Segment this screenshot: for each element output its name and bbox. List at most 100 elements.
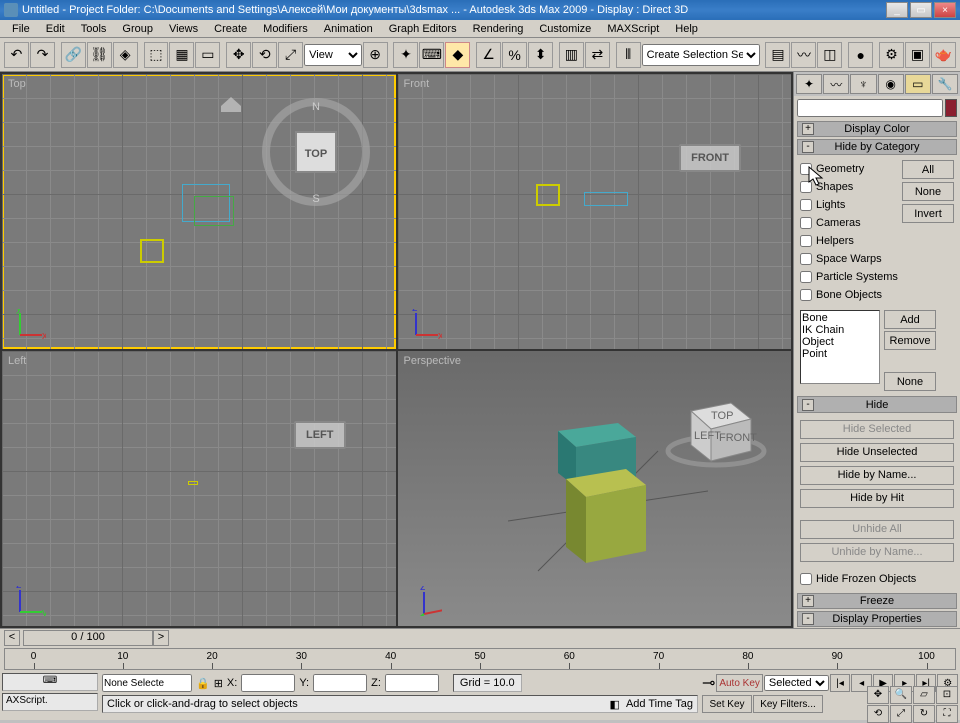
home-icon[interactable] bbox=[216, 94, 246, 114]
render-frame-button[interactable]: ▣ bbox=[905, 42, 930, 68]
menu-rendering[interactable]: Rendering bbox=[465, 21, 532, 37]
select-name-button[interactable]: ▦ bbox=[169, 42, 194, 68]
set-key-button[interactable]: Set Key bbox=[702, 695, 752, 713]
timeslider-prev[interactable]: < bbox=[4, 630, 20, 646]
coord-z-input[interactable] bbox=[385, 674, 439, 692]
viewport-perspective[interactable]: Perspective TOP LEFT FRONT bbox=[398, 351, 792, 626]
nav-zoom-all-button[interactable]: ⊡ bbox=[936, 686, 958, 704]
nav-pan-button[interactable]: ✥ bbox=[867, 686, 889, 704]
menu-tools[interactable]: Tools bbox=[73, 21, 115, 37]
viewport-top[interactable]: Top TOP N S yx bbox=[2, 74, 396, 349]
align-button[interactable]: ⫴ bbox=[616, 42, 641, 68]
menu-views[interactable]: Views bbox=[161, 21, 206, 37]
timeslider-next[interactable]: > bbox=[153, 630, 169, 646]
time-ruler[interactable]: 0102030405060708090100 bbox=[4, 648, 956, 670]
percent-snap-button[interactable]: % bbox=[502, 42, 527, 68]
coord-y-input[interactable] bbox=[313, 674, 367, 692]
btn-invert[interactable]: Invert bbox=[902, 204, 954, 223]
viewcube-top[interactable]: TOP N S bbox=[256, 92, 376, 215]
viewport-left[interactable]: Left LEFT zy bbox=[2, 351, 396, 626]
chk-helpers[interactable] bbox=[800, 235, 812, 247]
link-button[interactable]: 🔗 bbox=[61, 42, 86, 68]
tab-hierarchy[interactable]: ♆ bbox=[850, 74, 876, 94]
tab-display[interactable]: ▭ bbox=[905, 74, 931, 94]
snap-toggle-button[interactable]: ◆ bbox=[445, 42, 470, 68]
btn-hide-unselected[interactable]: Hide Unselected bbox=[800, 443, 954, 462]
btn-remove[interactable]: Remove bbox=[884, 331, 936, 350]
close-button[interactable]: × bbox=[934, 2, 956, 18]
timeslider[interactable]: 0 / 100 bbox=[23, 630, 153, 646]
minimize-button[interactable]: _ bbox=[886, 2, 908, 18]
coord-x-input[interactable] bbox=[241, 674, 295, 692]
viewcube-front[interactable]: FRONT bbox=[679, 144, 741, 172]
btn-add[interactable]: Add bbox=[884, 310, 936, 329]
keyboard-button[interactable]: ⌨ bbox=[419, 42, 444, 68]
script-listener-icon[interactable]: ⌨ bbox=[2, 673, 98, 691]
goto-start-button[interactable]: |◂ bbox=[830, 674, 851, 692]
curve-editor-button[interactable]: 〰 bbox=[791, 42, 816, 68]
mirror-button[interactable]: ⇄ bbox=[585, 42, 610, 68]
maximize-button[interactable]: ▭ bbox=[910, 2, 932, 18]
undo-button[interactable]: ↶ bbox=[4, 42, 29, 68]
chk-bone-objects[interactable] bbox=[800, 289, 812, 301]
scale-button[interactable]: ⤢ bbox=[278, 42, 303, 68]
named-sel-button[interactable]: ▥ bbox=[559, 42, 584, 68]
menu-edit[interactable]: Edit bbox=[38, 21, 73, 37]
rotate-button[interactable]: ⟲ bbox=[252, 42, 277, 68]
btn-hide-by-hit[interactable]: Hide by Hit bbox=[800, 489, 954, 508]
nav-fov-button[interactable]: ▱ bbox=[913, 686, 935, 704]
menu-maxscript[interactable]: MAXScript bbox=[599, 21, 667, 37]
object-color-swatch[interactable] bbox=[945, 99, 957, 117]
lock-icon[interactable]: 🔒 bbox=[196, 677, 210, 690]
coord-toggle-icon[interactable]: ⊞ bbox=[214, 677, 223, 690]
material-button[interactable]: ● bbox=[848, 42, 873, 68]
tab-motion[interactable]: ◉ bbox=[878, 74, 904, 94]
viewport-front[interactable]: Front FRONT zx bbox=[398, 74, 792, 349]
chk-cameras[interactable] bbox=[800, 217, 812, 229]
rollup-freeze[interactable]: +Freeze bbox=[797, 593, 957, 609]
select-rect-button[interactable]: ▭ bbox=[195, 42, 220, 68]
btn-unhide-all[interactable]: Unhide All bbox=[800, 520, 954, 539]
add-time-tag[interactable]: Add Time Tag bbox=[626, 698, 693, 710]
btn-unhide-by-name[interactable]: Unhide by Name... bbox=[800, 543, 954, 562]
chk-particle-systems[interactable] bbox=[800, 271, 812, 283]
bind-button[interactable]: ◈ bbox=[113, 42, 138, 68]
category-listbox[interactable]: Bone IK Chain Object Point bbox=[800, 310, 880, 384]
key-filters-button[interactable]: Key Filters... bbox=[753, 695, 823, 713]
schematic-button[interactable]: ◫ bbox=[817, 42, 842, 68]
rollup-hide-by-category[interactable]: -Hide by Category bbox=[797, 139, 957, 155]
select-button[interactable]: ⬚ bbox=[144, 42, 169, 68]
render-setup-button[interactable]: ⚙ bbox=[879, 42, 904, 68]
btn-hide-by-name[interactable]: Hide by Name... bbox=[800, 466, 954, 485]
manipulate-button[interactable]: ✦ bbox=[393, 42, 418, 68]
chk-lights[interactable] bbox=[800, 199, 812, 211]
menu-help[interactable]: Help bbox=[667, 21, 706, 37]
nav-zoom-button[interactable]: 🔍 bbox=[890, 686, 912, 704]
menu-customize[interactable]: Customize bbox=[531, 21, 599, 37]
pivot-button[interactable]: ⊕ bbox=[363, 42, 388, 68]
script-mini-listener[interactable]: AXScript. bbox=[2, 693, 98, 711]
selection-lock-field[interactable] bbox=[102, 674, 192, 692]
btn-hide-selected[interactable]: Hide Selected bbox=[800, 420, 954, 439]
key-filter-dropdown[interactable]: Selected bbox=[764, 675, 829, 691]
move-button[interactable]: ✥ bbox=[226, 42, 251, 68]
btn-all[interactable]: All bbox=[902, 160, 954, 179]
key-mode-icon[interactable]: ⊸ bbox=[702, 673, 715, 693]
tab-utilities[interactable]: 🔧 bbox=[932, 74, 958, 94]
ref-coord-dropdown[interactable]: View bbox=[304, 44, 362, 66]
tab-create[interactable]: ✦ bbox=[796, 74, 822, 94]
rollup-display-properties[interactable]: -Display Properties bbox=[797, 611, 957, 627]
chk-space-warps[interactable] bbox=[800, 253, 812, 265]
unlink-button[interactable]: ⛓ bbox=[87, 42, 112, 68]
menu-file[interactable]: File bbox=[4, 21, 38, 37]
menu-group[interactable]: Group bbox=[114, 21, 161, 37]
menu-modifiers[interactable]: Modifiers bbox=[255, 21, 316, 37]
tab-modify[interactable]: 〰 bbox=[823, 74, 849, 94]
menu-create[interactable]: Create bbox=[206, 21, 255, 37]
rollup-display-color[interactable]: +Display Color bbox=[797, 121, 957, 137]
chk-hide-frozen[interactable] bbox=[800, 573, 812, 585]
object-name-field[interactable] bbox=[797, 99, 943, 117]
btn-none-2[interactable]: None bbox=[884, 372, 936, 391]
redo-button[interactable]: ↷ bbox=[30, 42, 55, 68]
layer-button[interactable]: ▤ bbox=[765, 42, 790, 68]
